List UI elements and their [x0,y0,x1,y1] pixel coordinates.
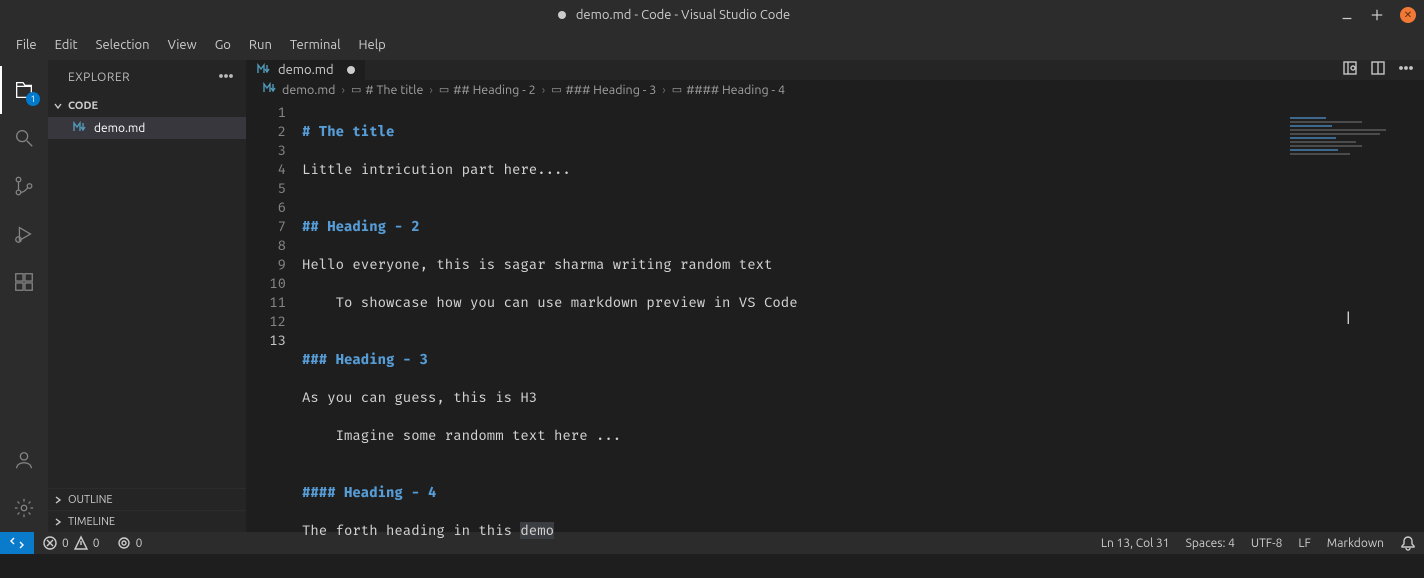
remote-indicator[interactable] [0,532,34,554]
activity-source-control[interactable] [0,162,48,210]
window-titlebar: demo.md - Code - Visual Studio Code ✕ [0,0,1424,30]
window-minimize-button[interactable] [1340,8,1354,22]
minimap[interactable] [1290,117,1410,177]
line-number-gutter: 1234567 8910111213 [246,99,302,578]
editor-tabs: demo.md [246,60,1424,80]
menu-terminal[interactable]: Terminal [282,34,349,56]
activity-settings[interactable] [0,484,48,532]
activity-accounts[interactable] [0,436,48,484]
tab-dirty-indicator [347,66,355,74]
chevron-right-icon: › [660,83,668,97]
chevron-right-icon: › [427,83,435,97]
sidebar-title: EXPLORER [68,71,130,84]
window-close-button[interactable]: ✕ [1400,7,1416,23]
menubar: File Edit Selection View Go Run Terminal… [0,30,1424,60]
code-editor[interactable]: 1234567 8910111213 # The title Little in… [246,99,1424,578]
sidebar-more-icon[interactable] [218,68,234,87]
explorer-sidebar: EXPLORER CODE demo.md OUTLINE TIMELINE [48,60,246,532]
breadcrumb-item[interactable]: ## Heading - 2 [453,83,535,97]
activity-run-debug[interactable] [0,210,48,258]
activity-explorer[interactable]: 1 [0,66,48,114]
markdown-file-icon [262,80,278,99]
editor-more-icon[interactable] [1398,60,1414,80]
timeline-section[interactable]: TIMELINE [48,510,246,532]
breadcrumb-item[interactable]: ### Heading - 3 [566,83,657,97]
menu-view[interactable]: View [160,34,205,56]
dirty-indicator-dot [558,11,566,19]
split-editor-icon[interactable] [1370,60,1386,80]
breadcrumb-item[interactable]: #### Heading - 4 [686,83,785,97]
tab-label: demo.md [278,63,334,77]
open-preview-icon[interactable] [1342,60,1358,80]
menu-edit[interactable]: Edit [47,34,86,56]
code-content[interactable]: # The title Little intricution part here… [302,99,1424,578]
menu-help[interactable]: Help [350,34,393,56]
symbol-string-icon: ▭ [672,83,682,96]
menu-run[interactable]: Run [241,34,280,56]
breadcrumb-item[interactable]: # The title [365,83,423,97]
activity-bar: 1 [0,60,48,532]
folder-name: CODE [68,100,98,112]
status-ports[interactable]: 0 [108,532,151,554]
menu-selection[interactable]: Selection [88,34,158,56]
symbol-string-icon: ▭ [439,83,449,96]
window-title: demo.md - Code - Visual Studio Code [576,8,790,22]
activity-search[interactable] [0,114,48,162]
menu-go[interactable]: Go [207,34,239,56]
explorer-badge: 1 [26,92,40,106]
file-name: demo.md [94,122,145,135]
markdown-file-icon [72,119,88,138]
menu-file[interactable]: File [8,34,45,56]
status-problems[interactable]: 0 0 [34,532,108,554]
sidebar-folder-header[interactable]: CODE [48,95,246,117]
activity-extensions[interactable] [0,258,48,306]
symbol-string-icon: ▭ [351,83,361,96]
file-tree-item[interactable]: demo.md [48,117,246,139]
breadcrumb[interactable]: demo.md › ▭ # The title › ▭ ## Heading -… [246,80,1424,99]
breadcrumb-item[interactable]: demo.md [282,83,335,97]
markdown-file-icon [256,61,272,80]
outline-section[interactable]: OUTLINE [48,488,246,510]
editor-tab-demo[interactable]: demo.md [246,60,366,80]
chevron-right-icon: › [339,83,347,97]
symbol-string-icon: ▭ [551,83,561,96]
editor-area: demo.md demo.md › ▭ # The title › ▭ ## H… [246,60,1424,532]
window-maximize-button[interactable] [1370,8,1384,22]
chevron-right-icon: › [540,83,548,97]
